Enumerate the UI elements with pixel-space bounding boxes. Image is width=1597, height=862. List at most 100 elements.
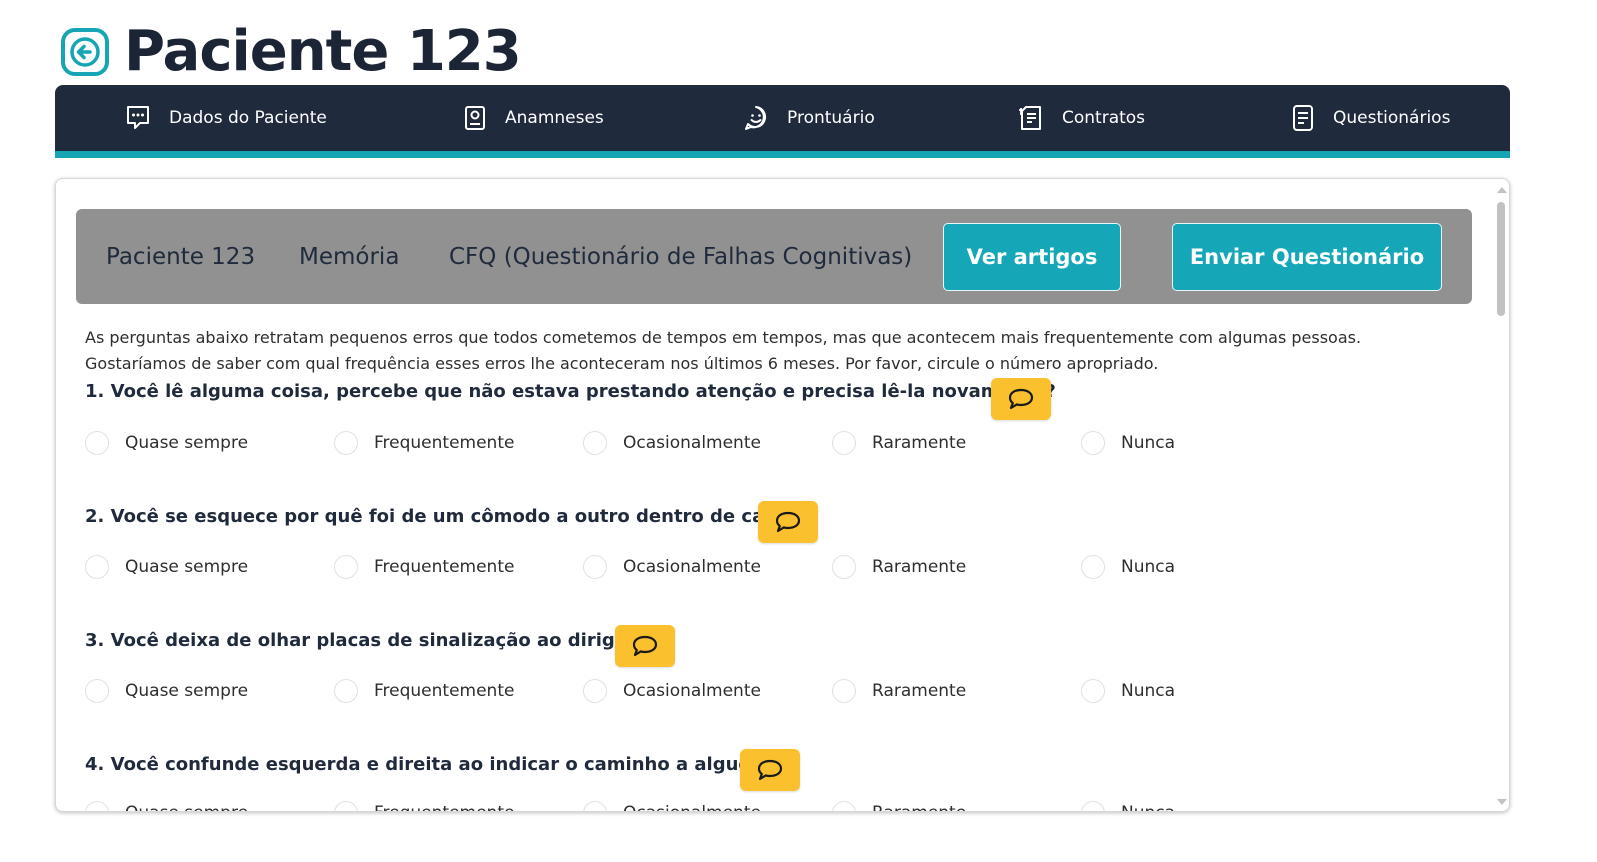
nav-item-contratos[interactable]: Contratos [1018, 85, 1145, 151]
nav-item-label: Dados do Paciente [169, 108, 327, 128]
option-label: Nunca [1121, 681, 1176, 701]
question-2-comment-button[interactable] [758, 501, 818, 543]
option-label: Quase sempre [125, 803, 248, 811]
arrow-left-circle-icon [61, 28, 109, 76]
option-label: Ocasionalmente [623, 433, 761, 453]
chat-dots-icon [127, 106, 149, 129]
q4-option-quase-sempre[interactable]: Quase sempre [85, 801, 248, 811]
nav-item-dados-paciente[interactable]: Dados do Paciente [125, 85, 327, 151]
scroll-down-icon[interactable] [1497, 799, 1507, 805]
radio-button[interactable] [85, 679, 109, 703]
questionnaire-header: Paciente 123 Memória CFQ (Questionário d… [76, 209, 1472, 304]
nav-item-label: Prontuário [787, 108, 875, 128]
option-label: Ocasionalmente [623, 557, 761, 577]
q1-option-raramente[interactable]: Raramente [832, 431, 966, 455]
option-label: Frequentemente [374, 557, 515, 577]
q3-option-ocasionalmente[interactable]: Ocasionalmente [583, 679, 761, 703]
radio-button[interactable] [1081, 555, 1105, 579]
q3-option-quase-sempre[interactable]: Quase sempre [85, 679, 248, 703]
radio-button[interactable] [334, 801, 358, 811]
q2-option-quase-sempre[interactable]: Quase sempre [85, 555, 248, 579]
option-label: Raramente [872, 557, 967, 577]
option-label: Raramente [872, 681, 967, 701]
option-label: Raramente [872, 433, 967, 453]
question-3-comment-button[interactable] [615, 625, 675, 667]
nav-item-questionarios[interactable]: Questionários [1291, 85, 1450, 151]
option-label: Quase sempre [125, 433, 249, 453]
questionnaire-card: Paciente 123 Memória CFQ (Questionário d… [55, 178, 1510, 812]
q2-option-ocasionalmente[interactable]: Ocasionalmente [583, 555, 761, 579]
scrollbar[interactable] [1494, 184, 1508, 808]
q3-option-raramente[interactable]: Raramente [832, 679, 966, 703]
radio-button[interactable] [1081, 801, 1105, 811]
view-articles-button[interactable]: Ver artigos [943, 223, 1121, 291]
q1-option-quase-sempre[interactable]: Quase sempre [85, 431, 248, 455]
nav-item-label: Contratos [1062, 108, 1146, 128]
q3-option-nunca[interactable]: Nunca [1081, 679, 1175, 703]
comment-icon [632, 635, 658, 657]
option-label: Ocasionalmente [623, 803, 761, 811]
nav-item-anamneses[interactable]: Anamneses [463, 85, 604, 151]
radio-button[interactable] [334, 431, 358, 455]
radio-button[interactable] [832, 431, 856, 455]
question-4-text: 4. Você confunde esquerda e direita ao i… [85, 754, 780, 775]
radio-button[interactable] [85, 555, 109, 579]
option-label: Frequentemente [374, 433, 515, 453]
comment-icon [757, 759, 783, 781]
q1-option-frequentemente[interactable]: Frequentemente [334, 431, 514, 455]
user-card-icon [465, 106, 485, 130]
question-4-comment-button[interactable] [740, 749, 800, 791]
comment-icon [775, 511, 801, 533]
back-button[interactable] [60, 27, 110, 77]
question-2-text: 2. Você se esquece por quê foi de um côm… [85, 506, 798, 527]
instructions-text: As perguntas abaixo retratam pequenos er… [85, 328, 1362, 373]
comment-icon [1008, 388, 1034, 410]
radio-button[interactable] [1081, 431, 1105, 455]
q4-option-nunca[interactable]: Nunca [1081, 801, 1175, 811]
radio-button[interactable] [832, 679, 856, 703]
option-label: Quase sempre [125, 681, 249, 701]
send-questionnaire-button[interactable]: Enviar Questionário [1172, 223, 1442, 291]
chat-smile-icon [745, 106, 767, 130]
header-questionnaire-name: CFQ (Questionário de Falhas Cognitivas) [449, 244, 913, 270]
option-label: Frequentemente [374, 803, 514, 811]
q4-option-frequentemente[interactable]: Frequentemente [334, 801, 514, 811]
radio-button[interactable] [1081, 679, 1105, 703]
document-icon [1293, 105, 1313, 131]
radio-button[interactable] [85, 801, 109, 811]
main-nav: Dados do Paciente Anamneses Prontuário C… [55, 85, 1510, 158]
radio-button[interactable] [583, 679, 607, 703]
q1-option-nunca[interactable]: Nunca [1081, 431, 1175, 455]
option-label: Nunca [1121, 557, 1176, 577]
option-label: Quase sempre [125, 557, 249, 577]
q4-option-ocasionalmente[interactable]: Ocasionalmente [583, 801, 761, 811]
page-title: Paciente 123 [124, 19, 522, 84]
scroll-thumb[interactable] [1497, 202, 1505, 316]
option-label: Ocasionalmente [623, 681, 761, 701]
radio-button[interactable] [832, 801, 856, 811]
q2-option-nunca[interactable]: Nunca [1081, 555, 1175, 579]
q2-option-frequentemente[interactable]: Frequentemente [334, 555, 514, 579]
option-label: Nunca [1121, 433, 1176, 453]
q3-option-frequentemente[interactable]: Frequentemente [334, 679, 514, 703]
header-category: Memória [299, 244, 400, 270]
nav-item-label: Anamneses [505, 108, 604, 128]
radio-button[interactable] [334, 555, 358, 579]
question-3-text: 3. Você deixa de olhar placas de sinaliz… [85, 630, 641, 651]
option-label: Nunca [1121, 803, 1175, 811]
radio-button[interactable] [583, 555, 607, 579]
q1-option-ocasionalmente[interactable]: Ocasionalmente [583, 431, 761, 455]
radio-button[interactable] [334, 679, 358, 703]
q2-option-raramente[interactable]: Raramente [832, 555, 966, 579]
contract-icon [1019, 106, 1041, 130]
option-label: Frequentemente [374, 681, 515, 701]
radio-button[interactable] [583, 801, 607, 811]
question-1-comment-button[interactable] [991, 378, 1051, 420]
radio-button[interactable] [583, 431, 607, 455]
radio-button[interactable] [832, 555, 856, 579]
nav-item-label: Questionários [1333, 108, 1451, 128]
q4-option-raramente[interactable]: Raramente [832, 801, 966, 811]
scroll-up-icon[interactable] [1497, 187, 1507, 193]
nav-item-prontuario[interactable]: Prontuário [743, 85, 875, 151]
radio-button[interactable] [85, 431, 109, 455]
